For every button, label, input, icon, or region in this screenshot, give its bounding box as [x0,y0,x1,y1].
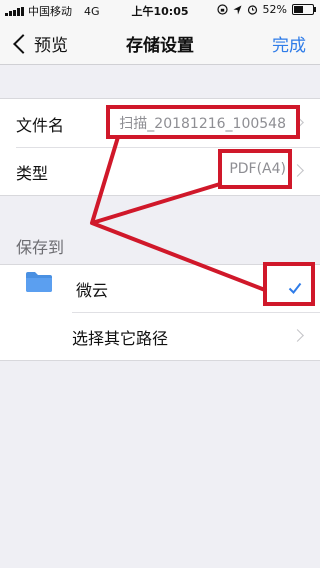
folder-icon [26,272,52,292]
done-button[interactable]: 完成 [272,31,306,56]
chevron-right-icon [291,329,304,342]
chevron-right-icon [291,164,304,177]
filename-row[interactable]: 文件名 扫描_20181216_100548 [0,99,320,147]
filename-value: 扫描_20181216_100548 [119,116,286,132]
battery-percent: 52% [262,3,287,16]
filename-label: 文件名 [16,116,65,135]
weiyun-row[interactable]: 微云 [0,264,320,313]
type-label: 类型 [16,164,49,183]
battery-icon [292,4,316,15]
alarm-icon [247,5,257,15]
checkmark-icon [288,282,302,295]
navigation-bar: 预览 存储设置 完成 [0,20,320,65]
location-icon [233,5,242,14]
chevron-right-icon [291,116,304,129]
weiyun-label: 微云 [76,281,109,300]
status-right: 52% [216,3,316,16]
other-path-row[interactable]: 选择其它路径 [0,312,320,361]
other-path-label: 选择其它路径 [72,329,169,348]
file-settings-group: 文件名 扫描_20181216_100548 类型 PDF(A4) [0,98,320,196]
type-row[interactable]: 类型 PDF(A4) [0,147,320,195]
lock-rotation-icon [216,4,228,15]
save-location-group: 微云 选择其它路径 [0,236,320,361]
status-bar: 中国移动 4G 上午10:05 52% [0,0,320,20]
type-value: PDF(A4) [229,161,286,177]
